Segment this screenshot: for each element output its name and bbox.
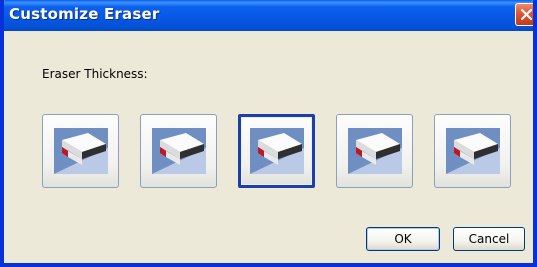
ok-button[interactable]: OK <box>366 227 440 251</box>
eraser-thickness-option-3[interactable] <box>238 114 315 188</box>
eraser-thickness-option-1[interactable] <box>42 114 119 188</box>
window-title: Customize Eraser <box>9 5 160 23</box>
eraser-icon <box>249 128 304 174</box>
eraser-thickness-option-2[interactable] <box>140 114 217 188</box>
close-button[interactable] <box>515 3 533 26</box>
eraser-thickness-option-5[interactable] <box>434 114 511 188</box>
close-icon <box>520 8 533 21</box>
eraser-icon <box>445 128 500 174</box>
eraser-thickness-label: Eraser Thickness: <box>42 67 148 81</box>
cancel-button[interactable]: Cancel <box>453 227 525 251</box>
eraser-icon <box>53 128 108 174</box>
eraser-thickness-option-4[interactable] <box>336 114 413 188</box>
customize-eraser-dialog: Customize Eraser Eraser Thickness: OK Ca… <box>0 0 537 267</box>
eraser-icon <box>347 128 402 174</box>
title-bar[interactable]: Customize Eraser <box>4 0 533 31</box>
eraser-icon <box>151 128 206 174</box>
